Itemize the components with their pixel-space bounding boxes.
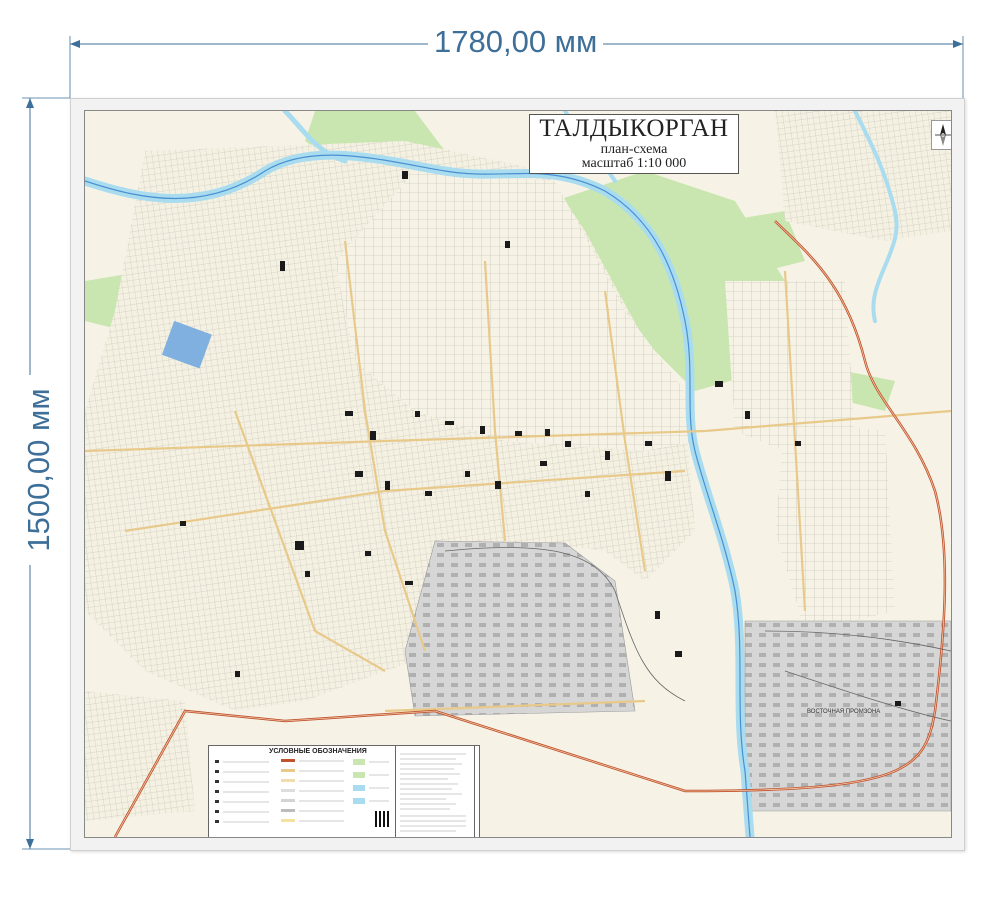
- street-index-panel: [395, 745, 475, 837]
- map-scale: масштаб 1:10 000: [581, 156, 687, 171]
- qr-code-icon: [375, 811, 391, 827]
- map-subtitle: план-схема: [600, 142, 668, 157]
- map-title-box: ТАЛДЫКОРГАН план-схема масштаб 1:10 000: [529, 114, 739, 174]
- width-dimension-label: 1780,00 мм: [428, 24, 604, 60]
- map-title: ТАЛДЫКОРГАН: [539, 115, 729, 142]
- city-map[interactable]: ТАЛДЫКОРГАН план-схема масштаб 1:10 000 …: [84, 110, 952, 838]
- district-label: ВОСТОЧНАЯ ПРОМЗОНА: [807, 709, 881, 715]
- map-drawing: [85, 111, 951, 837]
- height-dimension-label: 1500,00 мм: [21, 375, 57, 565]
- north-arrow-icon: [931, 120, 951, 150]
